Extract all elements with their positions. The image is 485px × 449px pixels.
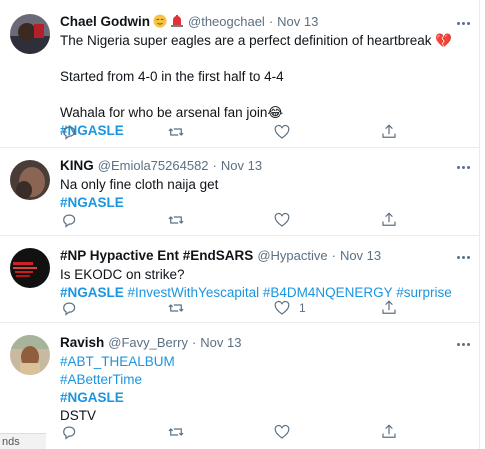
more-options-button[interactable] — [455, 250, 471, 264]
tweet-text-line: Is EKODC on strike? — [60, 267, 185, 282]
tweet-header: Ravish @Favy_Berry · Nov 13 — [60, 333, 475, 351]
retweet-button[interactable] — [167, 422, 193, 442]
reply-button[interactable] — [60, 210, 86, 230]
reply-button[interactable] — [60, 422, 86, 442]
retweet-icon — [168, 128, 184, 136]
more-options-button[interactable] — [455, 337, 471, 351]
separator-dot: · — [212, 157, 217, 173]
tweet-actions: 1 — [60, 298, 420, 318]
tweet-text-line — [60, 50, 475, 68]
share-button[interactable] — [380, 122, 398, 142]
tweet-item[interactable]: Chael Godwin @theogchael · Nov 13 The Ni… — [0, 0, 485, 148]
heart-icon — [274, 212, 290, 227]
like-button[interactable] — [273, 122, 299, 142]
share-icon — [382, 424, 396, 438]
heart-icon — [274, 424, 290, 439]
display-name[interactable]: Chael Godwin — [60, 14, 150, 29]
display-name[interactable]: Ravish — [60, 335, 104, 350]
reply-icon — [63, 126, 76, 140]
tweet-actions — [60, 210, 420, 230]
tweet-text-line: Na only fine cloth naija get — [60, 177, 219, 192]
retweet-icon — [168, 304, 184, 312]
like-button[interactable] — [273, 422, 299, 442]
reply-icon — [63, 214, 76, 228]
share-button[interactable] — [380, 422, 398, 442]
tweet-actions — [60, 422, 420, 442]
reply-button[interactable] — [60, 298, 86, 318]
reply-icon — [63, 426, 76, 440]
tweet-timestamp[interactable]: Nov 13 — [200, 335, 241, 350]
tweet-text: #ABT_THEALBUM #ABetterTime #NGASLE DSTV — [60, 353, 475, 425]
display-name[interactable]: KING — [60, 158, 94, 173]
reply-button[interactable] — [60, 122, 86, 142]
tweet-timestamp[interactable]: Nov 13 — [340, 248, 381, 263]
tweet-item[interactable]: KING @Emiola75264582 · Nov 13 Na only fi… — [0, 148, 485, 236]
tweet-timestamp[interactable]: Nov 13 — [277, 14, 318, 29]
scrollbar-track[interactable] — [479, 0, 485, 449]
avatar[interactable] — [10, 14, 50, 54]
hashtag-link[interactable]: #NGASLE — [60, 389, 475, 407]
tweet-text-line — [60, 86, 475, 104]
like-button[interactable] — [273, 210, 299, 230]
tweet-text: Na only fine cloth naija get #NGASLE — [60, 176, 475, 212]
avatar[interactable] — [10, 248, 50, 288]
retweet-button[interactable] — [167, 298, 193, 318]
separator-dot: · — [191, 334, 197, 350]
tweet-actions — [60, 122, 420, 142]
tweet-header: KING @Emiola75264582 · Nov 13 — [60, 156, 475, 174]
display-name[interactable]: #NP Hypactive Ent #EndSARS — [60, 248, 253, 263]
avatar[interactable] — [10, 335, 50, 375]
hashtag-link[interactable]: #ABetterTime — [60, 371, 475, 389]
tweet-header: #NP Hypactive Ent #EndSARS @Hypactive · … — [60, 246, 475, 264]
tweet-feed: Chael Godwin @theogchael · Nov 13 The Ni… — [0, 0, 485, 449]
footer-fragment: nds — [0, 433, 46, 449]
retweet-icon — [168, 216, 184, 224]
retweet-button[interactable] — [167, 210, 193, 230]
like-count: 1 — [299, 301, 306, 315]
share-button[interactable] — [380, 210, 398, 230]
share-button[interactable] — [380, 298, 398, 318]
tweet-item[interactable]: Ravish @Favy_Berry · Nov 13 #ABT_THEALBU… — [0, 323, 485, 449]
user-handle[interactable]: @Emiola75264582 — [98, 158, 209, 173]
separator-dot: · — [331, 247, 336, 263]
tweet-text: Is EKODC on strike? #NGASLE #InvestWithY… — [60, 266, 475, 302]
separator-dot: · — [268, 13, 274, 29]
retweet-icon — [168, 428, 184, 436]
user-handle[interactable]: @Favy_Berry — [108, 335, 188, 350]
tweet-item[interactable]: #NP Hypactive Ent #EndSARS @Hypactive · … — [0, 236, 485, 323]
tweet-timestamp[interactable]: Nov 13 — [221, 158, 262, 173]
retweet-button[interactable] — [167, 122, 193, 142]
like-button[interactable]: 1 — [273, 298, 306, 318]
share-icon — [382, 124, 396, 138]
tweet-text-line: The Nigeria super eagles are a perfect d… — [60, 33, 453, 48]
heart-icon — [274, 124, 290, 139]
tweet-text-line: Started from 4-0 in the first half to 4-… — [60, 69, 284, 84]
user-handle[interactable]: @Hypactive — [257, 248, 327, 263]
user-handle[interactable]: @theogchael — [188, 14, 265, 29]
tweet-header: Chael Godwin @theogchael · Nov 13 — [60, 12, 475, 30]
share-icon — [382, 212, 396, 226]
hashtag-link[interactable]: #ABT_THEALBUM — [60, 353, 475, 371]
relieved-face-emoji — [153, 14, 167, 28]
share-icon — [382, 300, 396, 314]
heart-icon — [274, 300, 290, 315]
reply-icon — [63, 302, 76, 316]
tweet-text-line: Wahala for who be arsenal fan join😂 — [60, 105, 284, 120]
police-light-emoji — [170, 14, 184, 28]
more-options-button[interactable] — [455, 16, 471, 30]
more-options-button[interactable] — [455, 160, 471, 174]
avatar[interactable] — [10, 160, 50, 200]
